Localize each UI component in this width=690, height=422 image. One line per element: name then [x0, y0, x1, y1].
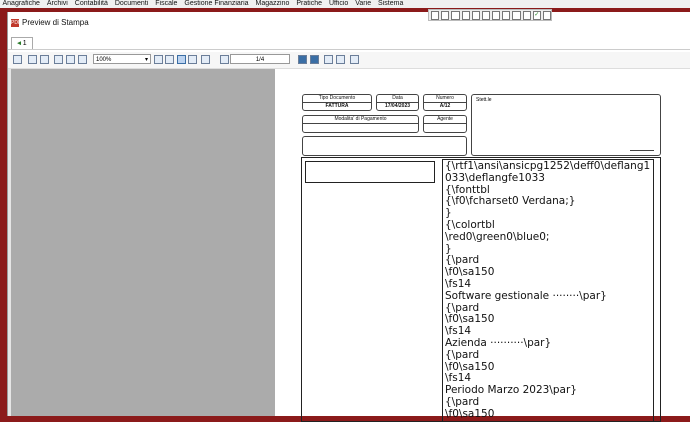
tool-icon-4[interactable] [462, 11, 470, 20]
find-icon[interactable] [54, 55, 63, 64]
fit-page-icon[interactable] [165, 55, 174, 64]
tab-page-1[interactable]: ◂ 1 [11, 37, 33, 49]
pdf-icon: PDF [11, 19, 19, 27]
window-titlebar: PDF Preview di Stampa [8, 12, 690, 34]
agente-label: Agente [424, 116, 466, 124]
multi-page-icon[interactable] [201, 55, 210, 64]
preview-viewport[interactable]: Tipo Documento FATTURA Data 17/04/2023 N… [8, 69, 690, 416]
zoom-select[interactable]: 100% ▾ [93, 54, 151, 64]
empty-field-box [305, 161, 435, 183]
tool-icon-7[interactable] [492, 11, 500, 20]
data-label: Data [377, 95, 418, 103]
refresh-icon[interactable] [350, 55, 359, 64]
tab-strip: ◂ 1 [8, 37, 690, 50]
left-margin-strip [8, 69, 11, 416]
window-title: Preview di Stampa [22, 18, 89, 27]
check-icon[interactable]: ✓ [533, 11, 541, 20]
tipo-documento-box: Tipo Documento FATTURA [302, 94, 372, 111]
tool-icon-9[interactable] [512, 11, 520, 20]
rtf-line: \red0\green0\blue0; [445, 232, 651, 244]
main-menubar: Anagrafiche Archivi Contabilità Document… [0, 0, 690, 8]
two-pages-icon[interactable] [188, 55, 197, 64]
rtf-line: Software gestionale ········\par} [445, 291, 651, 303]
last-page-icon[interactable] [310, 55, 319, 64]
stett-line [630, 150, 654, 151]
stett-box: Stett.le [471, 94, 661, 156]
rtf-line: \fs14 [445, 279, 651, 291]
menu-contabilita[interactable]: Contabilità [72, 0, 110, 7]
numero-value: A/12 [424, 103, 466, 110]
setup-icon[interactable] [40, 55, 49, 64]
tab-label: 1 [23, 40, 27, 47]
floating-toolbar: ✓ [428, 9, 552, 21]
tipo-documento-value: FATTURA [303, 103, 371, 110]
menu-pratiche[interactable]: Pratiche [294, 0, 325, 7]
zoom-out-icon[interactable] [78, 55, 87, 64]
menu-gestione-finanziaria[interactable]: Gestione Finanziaria [182, 0, 251, 7]
tool-icon-2[interactable] [441, 11, 449, 20]
preview-toolbar: 100% ▾ 1/4 [8, 52, 690, 69]
menu-magazzino[interactable]: Magazzino [253, 0, 292, 7]
numero-box: Numero A/12 [423, 94, 467, 111]
stett-label: Stett.le [476, 97, 492, 103]
forward-icon[interactable] [336, 55, 345, 64]
numero-label: Numero [424, 95, 466, 103]
print-icon[interactable] [28, 55, 37, 64]
rtf-line: Azienda ··········\par} [445, 338, 651, 350]
tool-icon-1[interactable] [431, 11, 439, 20]
tipo-documento-label: Tipo Documento [303, 95, 371, 103]
rtf-line: \f0\sa150 [445, 267, 651, 279]
tool-icon-3[interactable] [451, 11, 459, 20]
data-box: Data 17/04/2023 [376, 94, 419, 111]
rtf-line: \f0\sa150 [445, 409, 651, 421]
menu-sistema[interactable]: Sistema [376, 0, 406, 7]
tool-icon-12[interactable] [543, 11, 551, 20]
menu-varie[interactable]: Varie [353, 0, 374, 7]
document-page: Tipo Documento FATTURA Data 17/04/2023 N… [275, 69, 690, 416]
rtf-line: \f0\sa150 [445, 362, 651, 374]
modalita-pagamento-label: Modalita' di Pagamento [303, 116, 418, 124]
rtf-text-block: {\rtf1\ansi\ansicpg1252\deff0\deflang103… [442, 159, 654, 421]
rtf-line: {\pard [445, 350, 651, 362]
tool-icon-5[interactable] [472, 11, 480, 20]
agente-box: Agente [423, 115, 467, 133]
zoom-in-icon[interactable] [66, 55, 75, 64]
menu-fiscale[interactable]: Fiscale [153, 0, 180, 7]
rtf-line: {\f0\fcharset0 Verdana;} [445, 196, 651, 208]
rtf-line: {\rtf1\ansi\ansicpg1252\deff0\deflang103… [445, 161, 651, 185]
chevron-down-icon: ▾ [145, 55, 148, 65]
green-arrow-icon: ◂ [17, 40, 21, 47]
rtf-line: \f0\sa150 [445, 314, 651, 326]
tool-icon-8[interactable] [502, 11, 510, 20]
menu-ufficio[interactable]: Ufficio [326, 0, 350, 7]
rtf-line: {\colortbl [445, 220, 651, 232]
single-page-icon[interactable] [177, 55, 186, 64]
modalita-pagamento-box: Modalita' di Pagamento [302, 115, 419, 133]
fit-width-icon[interactable] [154, 55, 163, 64]
menu-documenti[interactable]: Documenti [112, 0, 150, 7]
rtf-line: {\pard [445, 397, 651, 409]
menu-anagrafiche[interactable]: Anagrafiche [0, 0, 42, 7]
next-page-icon[interactable] [298, 55, 307, 64]
tool-icon-10[interactable] [523, 11, 531, 20]
zoom-value: 100% [96, 57, 111, 63]
print-preview-window: PDF Preview di Stampa ◂ 1 100% ▾ 1/4 [7, 12, 690, 416]
address-box [302, 136, 467, 156]
data-value: 17/04/2023 [377, 103, 418, 110]
copy-icon[interactable] [13, 55, 22, 64]
menu-archivi[interactable]: Archivi [44, 0, 70, 7]
tool-icon-6[interactable] [482, 11, 490, 20]
page-indicator[interactable]: 1/4 [230, 54, 290, 64]
back-icon[interactable] [324, 55, 333, 64]
first-page-icon[interactable] [220, 55, 229, 64]
